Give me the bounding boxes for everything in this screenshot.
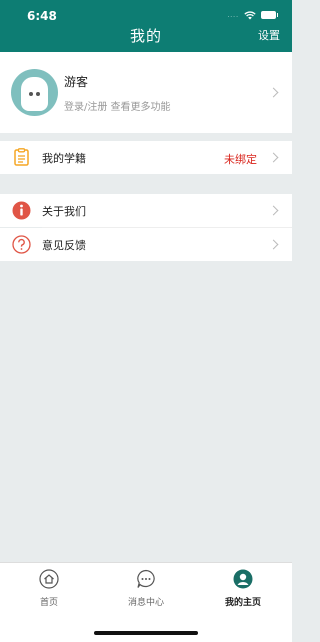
chevron-right-icon [268,152,279,163]
signal-icon: .... [227,11,239,19]
tab-label: 消息中心 [127,598,164,608]
menu-item-label: 我的学籍 [42,152,86,165]
settings-button[interactable]: 设置 [258,27,280,43]
status-icons: .... [227,10,278,20]
info-icon [12,201,31,220]
tab-profile[interactable]: 我的主页 [213,569,273,608]
menu-item-student-status[interactable]: 我的学籍 未绑定 [0,141,292,174]
home-icon [39,569,59,589]
profile-name: 游客 [64,75,89,89]
chevron-right-icon [268,239,279,250]
avatar-face-icon [21,77,48,111]
bottom-tab-bar: 首页 消息中心 我的主页 [0,562,292,642]
profile-subtitle: 登录/注册 查看更多功能 [64,102,171,113]
avatar-eye [36,92,40,96]
tab-home[interactable]: 首页 [19,569,79,608]
tab-label: 首页 [39,598,58,608]
page-title: 我的 [129,27,162,45]
chevron-right-icon [268,87,279,98]
avatar [11,69,58,116]
document-list-icon [14,148,29,166]
menu-item-label: 关于我们 [42,205,86,218]
avatar-eye [29,92,33,96]
question-icon [12,235,31,254]
menu-item-about[interactable]: 关于我们 [0,194,292,227]
binding-status: 未绑定 [224,153,257,166]
home-indicator [94,631,198,635]
wifi-icon [244,10,256,19]
profile-card[interactable]: 游客 登录/注册 查看更多功能 [0,52,292,133]
message-icon [137,569,155,588]
menu-item-feedback[interactable]: 意见反馈 [0,228,292,261]
battery-icon [261,11,278,19]
chevron-right-icon [268,205,279,216]
tab-label: 我的主页 [224,598,261,608]
status-time: 6:48 [27,9,57,23]
profile-icon [233,569,253,589]
menu-item-label: 意见反馈 [42,239,86,252]
tab-messages[interactable]: 消息中心 [116,569,176,608]
top-bar: 6:48 .... 我的 设置 [0,0,292,52]
